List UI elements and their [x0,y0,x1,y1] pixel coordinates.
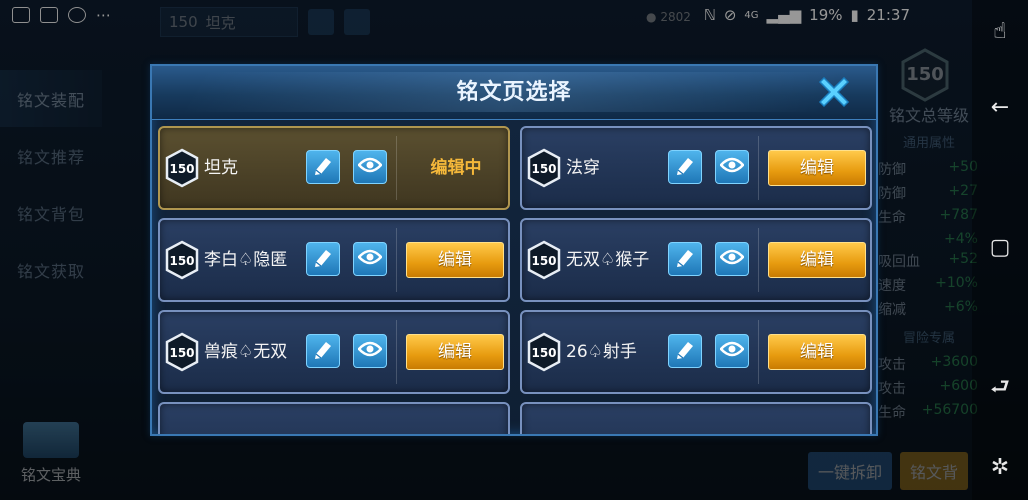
edit-button[interactable]: 编辑 [768,242,866,278]
dialog-title: 铭文页选择 [456,80,572,105]
page-level: 150 [169,254,194,268]
pencil-icon [312,154,334,180]
card-divider [758,136,759,200]
eye-icon [357,248,383,270]
page-name: 法穿 [566,158,600,178]
close-x-icon[interactable] [814,72,854,112]
inscription-page-card[interactable]: 150 法穿 编辑 [520,126,872,210]
eye-icon [719,248,745,270]
inscription-page-card[interactable]: 150 兽痕♤无双 编辑 [158,310,510,394]
card-divider [396,320,397,384]
touch-gesture-icon[interactable]: ☝ [988,20,1012,44]
page-level: 150 [169,162,194,176]
pencil-icon [312,246,334,272]
inscription-page-card[interactable]: 150 26♤射手 编辑 [520,310,872,394]
page-name: 无双♤猴子 [566,250,650,270]
level-hexagon-icon: 150 [527,332,561,372]
preview-button[interactable] [715,150,749,184]
preview-button[interactable] [353,242,387,276]
rename-button[interactable] [668,242,702,276]
eye-icon [719,156,745,178]
preview-button[interactable] [353,150,387,184]
pencil-icon [312,338,334,364]
edit-button[interactable]: 编辑 [768,150,866,186]
page-name: 26♤射手 [566,342,637,362]
preview-button[interactable] [353,334,387,368]
rename-button[interactable] [668,150,702,184]
game-tools-icon[interactable]: ✲ [988,456,1012,480]
card-divider [758,228,759,292]
rename-button[interactable] [306,334,340,368]
level-hexagon-icon: 150 [165,240,199,280]
preview-button[interactable] [715,242,749,276]
card-divider [396,228,397,292]
page-level: 150 [531,162,556,176]
inscription-page-select-dialog: 铭文页选择 150 坦克 编辑中 150 法穿 编辑 150 李白♤隐匿 编辑 150 无双♤猴子编… [150,64,878,436]
edit-button[interactable]: 编辑 [768,334,866,370]
pencil-icon [674,246,696,272]
card-divider [758,320,759,384]
editing-status-label: 编辑中 [430,158,482,178]
card-divider [396,136,397,200]
level-hexagon-icon: 150 [165,332,199,372]
back-arrow-icon[interactable]: ← [988,96,1012,120]
page-level: 150 [531,346,556,360]
inscription-page-card[interactable]: 150 无双♤猴子 编辑 [520,218,872,302]
inscription-page-card-partial[interactable] [520,402,872,434]
inscription-page-card[interactable]: 150 坦克 编辑中 [158,126,510,210]
edit-button[interactable]: 编辑 [406,334,504,370]
inscription-page-card-partial[interactable] [158,402,510,434]
pencil-icon [674,338,696,364]
edit-button[interactable]: 编辑 [406,242,504,278]
level-hexagon-icon: 150 [527,240,561,280]
eye-icon [719,340,745,362]
android-nav-bar: ☝ ← ▢ ⮐ ✲ [972,0,1028,500]
inscription-page-card[interactable]: 150 李白♤隐匿 编辑 [158,218,510,302]
level-hexagon-icon: 150 [527,148,561,188]
rename-button[interactable] [306,242,340,276]
recents-square-icon[interactable]: ▢ [988,236,1012,260]
dialog-header: 铭文页选择 [152,66,876,120]
pencil-icon [674,154,696,180]
home-return-icon[interactable]: ⮐ [988,376,1012,400]
page-name: 兽痕♤无双 [204,342,288,362]
preview-button[interactable] [715,334,749,368]
rename-button[interactable] [668,334,702,368]
page-level: 150 [531,254,556,268]
page-name: 李白♤隐匿 [204,250,288,270]
page-name: 坦克 [204,158,238,178]
level-hexagon-icon: 150 [165,148,199,188]
page-level: 150 [169,346,194,360]
eye-icon [357,156,383,178]
rename-button[interactable] [306,150,340,184]
eye-icon [357,340,383,362]
